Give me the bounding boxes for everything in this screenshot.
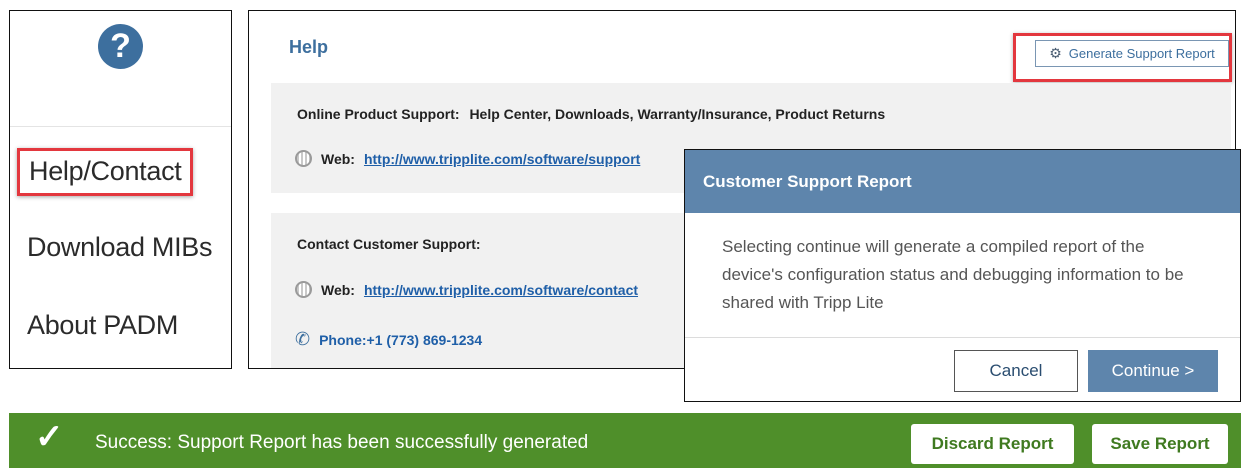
customer-support-report-dialog: Customer Support Report Selecting contin… (684, 149, 1241, 402)
cancel-button[interactable]: Cancel (954, 350, 1078, 392)
phone-number[interactable]: Phone:+1 (773) 869-1234 (319, 332, 482, 348)
checkmark-icon: ✓ (35, 418, 64, 456)
page-title: Help (289, 37, 329, 57)
gear-icon: ⚙ (1049, 45, 1062, 61)
sidebar-item-about-padm[interactable]: About PADM (27, 310, 178, 341)
contact-support-heading: Contact Customer Support: (297, 236, 481, 252)
support-web-link[interactable]: http://www.tripplite.com/software/suppor… (364, 151, 640, 167)
globe-icon (295, 150, 312, 167)
generate-support-report-button[interactable]: ⚙ Generate Support Report (1035, 40, 1229, 67)
online-support-heading-detail: Help Center, Downloads, Warranty/Insuran… (469, 106, 886, 122)
contact-phone-row: ✆ Phone:+1 (773) 869-1234 (295, 329, 482, 350)
success-message: Success: Support Report has been success… (95, 432, 589, 453)
contact-web-row: Web: http://www.tripplite.com/software/c… (295, 281, 638, 298)
save-report-button[interactable]: Save Report (1092, 424, 1228, 464)
dialog-title: Customer Support Report (685, 150, 1240, 213)
generate-support-report-label: Generate Support Report (1068, 46, 1215, 61)
success-banner: ✓ Success: Support Report has been succe… (9, 413, 1241, 468)
discard-report-button[interactable]: Discard Report (911, 424, 1074, 464)
phone-icon: ✆ (295, 329, 311, 349)
sidebar-divider (10, 126, 231, 127)
contact-web-link[interactable]: http://www.tripplite.com/software/contac… (364, 282, 638, 298)
help-icon: ? (98, 24, 143, 69)
online-support-heading-label: Online Product Support: (297, 106, 460, 122)
continue-button[interactable]: Continue > (1088, 350, 1218, 392)
sidebar-item-download-mibs[interactable]: Download MIBs (27, 232, 212, 263)
globe-icon (295, 281, 312, 298)
sidebar-item-help-contact[interactable]: Help/Contact (17, 148, 194, 196)
web-label: Web: (321, 281, 355, 298)
online-support-web-row: Web: http://www.tripplite.com/software/s… (295, 150, 640, 167)
sidebar-panel: ? Help/Contact Download MIBs About PADM (9, 10, 232, 369)
web-label: Web: (321, 150, 355, 167)
dialog-divider (685, 337, 1240, 338)
dialog-message: Selecting continue will generate a compi… (722, 237, 1184, 312)
online-support-heading: Online Product Support: Help Center, Dow… (297, 106, 885, 122)
